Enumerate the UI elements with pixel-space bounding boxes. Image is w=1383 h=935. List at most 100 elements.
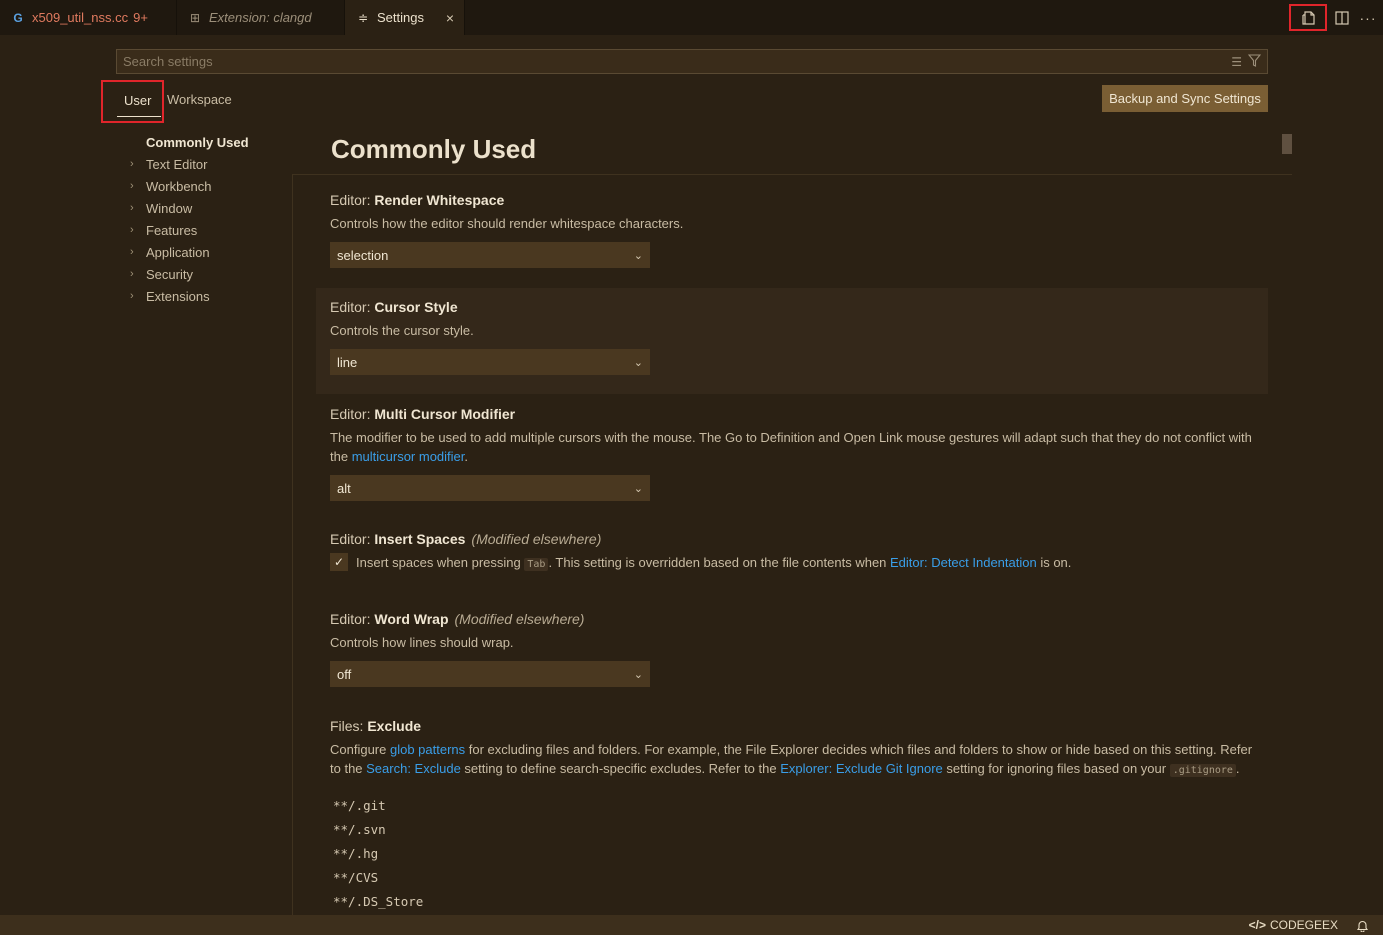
exclude-pattern-item[interactable]: **/.DS_Store — [330, 890, 1254, 914]
setting-word-wrap: Editor: Word Wrap (Modified elsewhere) Co… — [316, 611, 1268, 701]
tab-x509-util-nss[interactable]: G x509_util_nss.cc 9+ — [0, 0, 177, 35]
setting-title: Editor: Insert Spaces (Modified elsewhere… — [330, 531, 602, 547]
setting-description: The modifier to be used to add multiple … — [330, 430, 1252, 464]
chevron-right-icon: › — [130, 180, 134, 192]
render-whitespace-select[interactable]: selection ⌄ — [330, 242, 650, 268]
cursor-style-select[interactable]: line ⌄ — [330, 349, 650, 375]
setting-description: Insert spaces when pressing Tab. This se… — [356, 554, 1072, 571]
tab-workspace-scope[interactable]: Workspace — [167, 92, 232, 107]
exclude-pattern-item[interactable]: **/.hg — [330, 842, 1254, 866]
filter-icon[interactable] — [1247, 53, 1262, 70]
exclude-pattern-item[interactable]: **/CVS — [330, 866, 1254, 890]
toc-label: Features — [146, 222, 198, 238]
glob-patterns-link[interactable]: glob patterns — [390, 742, 465, 757]
chevron-right-icon: › — [130, 224, 134, 236]
multi-cursor-modifier-select[interactable]: alt ⌄ — [330, 475, 650, 501]
exclude-pattern-item[interactable]: **/.svn — [330, 818, 1254, 842]
toc-item-commonly-used[interactable]: Commonly Used — [130, 131, 290, 153]
toc-divider — [292, 175, 293, 917]
editor-actions: ··· — [1289, 0, 1383, 35]
chevron-right-icon: › — [130, 268, 134, 280]
toc-label: Security — [146, 266, 193, 282]
setting-description: Configure glob patterns for excluding fi… — [330, 742, 1253, 777]
chevron-down-icon: ⌄ — [633, 482, 643, 495]
codegeex-status[interactable]: </> CODEGEEX — [1249, 918, 1338, 932]
settings-icon: ≑ — [357, 10, 369, 25]
scrollbar-thumb[interactable] — [1282, 134, 1292, 154]
setting-title: Editor: Render Whitespace — [330, 192, 505, 208]
search-input[interactable] — [123, 54, 1226, 69]
extension-icon: ⊞ — [189, 10, 201, 25]
insert-spaces-checkbox[interactable]: ✓ — [330, 553, 348, 571]
setting-multi-cursor-modifier: Editor: Multi Cursor Modifier The modifi… — [316, 406, 1268, 506]
setting-title: Files: Exclude — [330, 718, 422, 734]
toc-label: Application — [146, 244, 210, 260]
clear-filter-icon[interactable]: ☰ — [1231, 55, 1242, 69]
tab-user-scope[interactable]: User — [101, 80, 164, 123]
setting-description: Controls the cursor style. — [330, 323, 474, 338]
notifications-bell-icon[interactable] — [1356, 919, 1369, 932]
multicursor-modifier-link[interactable]: multicursor modifier — [352, 449, 465, 464]
checkmark-icon: ✓ — [333, 555, 345, 569]
select-value: off — [337, 666, 352, 682]
chevron-right-icon: › — [130, 290, 134, 302]
explorer-exclude-git-ignore-link[interactable]: Explorer: Exclude Git Ignore — [780, 761, 943, 776]
exclude-pattern-item[interactable]: **/.git — [330, 794, 1254, 818]
open-settings-json-icon[interactable] — [1289, 4, 1327, 31]
setting-files-exclude: Files: Exclude Configure glob patterns f… — [316, 718, 1268, 915]
toc-item-security[interactable]: › Security — [130, 263, 290, 285]
setting-render-whitespace: Editor: Render Whitespace Controls how t… — [316, 192, 1268, 282]
select-value: selection — [337, 247, 389, 263]
toc-item-application[interactable]: › Application — [130, 241, 290, 263]
codegeex-label: CODEGEEX — [1269, 918, 1338, 932]
exclude-pattern-list: **/.git **/.svn **/.hg **/CVS **/.DS_Sto… — [330, 794, 1254, 914]
select-value: line — [337, 354, 358, 370]
tab-label: x509_util_nss.cc — [32, 10, 129, 25]
tab-key-code: Tab — [524, 557, 549, 571]
codegeex-icon: </> — [1248, 918, 1266, 932]
chevron-down-icon: ⌄ — [633, 668, 643, 681]
toc-label: Window — [146, 200, 193, 216]
setting-title: Editor: Cursor Style — [330, 299, 458, 315]
modified-elsewhere-label: (Modified elsewhere) — [454, 611, 585, 627]
toc-label: Text Editor — [146, 156, 208, 172]
chevron-right-icon: › — [130, 246, 134, 258]
insert-spaces-row: ✓ Insert spaces when pressing Tab. This … — [330, 553, 1254, 571]
user-scope-label: User — [124, 93, 152, 108]
toc-item-workbench[interactable]: › Workbench — [130, 175, 290, 197]
problems-badge: 9+ — [133, 10, 148, 25]
chevron-down-icon: ⌄ — [633, 356, 643, 369]
select-value: alt — [337, 480, 351, 496]
setting-title: Editor: Multi Cursor Modifier — [330, 406, 516, 422]
chevron-right-icon: › — [130, 158, 134, 170]
toc-item-window[interactable]: › Window — [130, 197, 290, 219]
tab-label: Settings — [377, 10, 424, 25]
close-icon[interactable]: × — [446, 10, 454, 26]
chevron-right-icon: › — [130, 202, 134, 214]
gitignore-code: .gitignore — [1169, 764, 1236, 777]
tab-settings[interactable]: ≑ Settings × — [345, 0, 465, 35]
backup-and-sync-button[interactable]: Backup and Sync Settings — [1102, 85, 1268, 112]
toc-label: Extensions — [146, 288, 210, 304]
toc-item-features[interactable]: › Features — [130, 219, 290, 241]
search-settings-box: ☰ — [116, 49, 1268, 74]
search-exclude-link[interactable]: Search: Exclude — [366, 761, 461, 776]
toc-label: Workbench — [146, 178, 212, 194]
setting-insert-spaces: Editor: Insert Spaces (Modified elsewhere… — [316, 531, 1268, 591]
settings-toc: Commonly Used › Text Editor › Workbench › W… — [130, 131, 290, 307]
toc-item-text-editor[interactable]: › Text Editor — [130, 153, 290, 175]
word-wrap-select[interactable]: off ⌄ — [330, 661, 650, 687]
setting-cursor-style: Editor: Cursor Style Controls the cursor… — [316, 288, 1268, 394]
toc-item-extensions[interactable]: › Extensions — [130, 285, 290, 307]
split-editor-icon[interactable] — [1331, 5, 1353, 31]
status-bar: </> CODEGEEX — [0, 915, 1383, 935]
tab-extension-clangd[interactable]: ⊞ Extension: clangd — [177, 0, 345, 35]
detect-indentation-link[interactable]: Editor: Detect Indentation — [890, 555, 1037, 570]
section-title: Commonly Used — [331, 134, 537, 164]
more-actions-icon[interactable]: ··· — [1353, 5, 1383, 31]
editor-tab-bar: G x509_util_nss.cc 9+ ⊞ Extension: clang… — [0, 0, 1383, 35]
cpp-file-icon: G — [13, 10, 23, 25]
setting-description: Controls how the editor should render wh… — [330, 216, 684, 231]
modified-elsewhere-label: (Modified elsewhere) — [471, 531, 602, 547]
chevron-down-icon: ⌄ — [633, 249, 643, 262]
